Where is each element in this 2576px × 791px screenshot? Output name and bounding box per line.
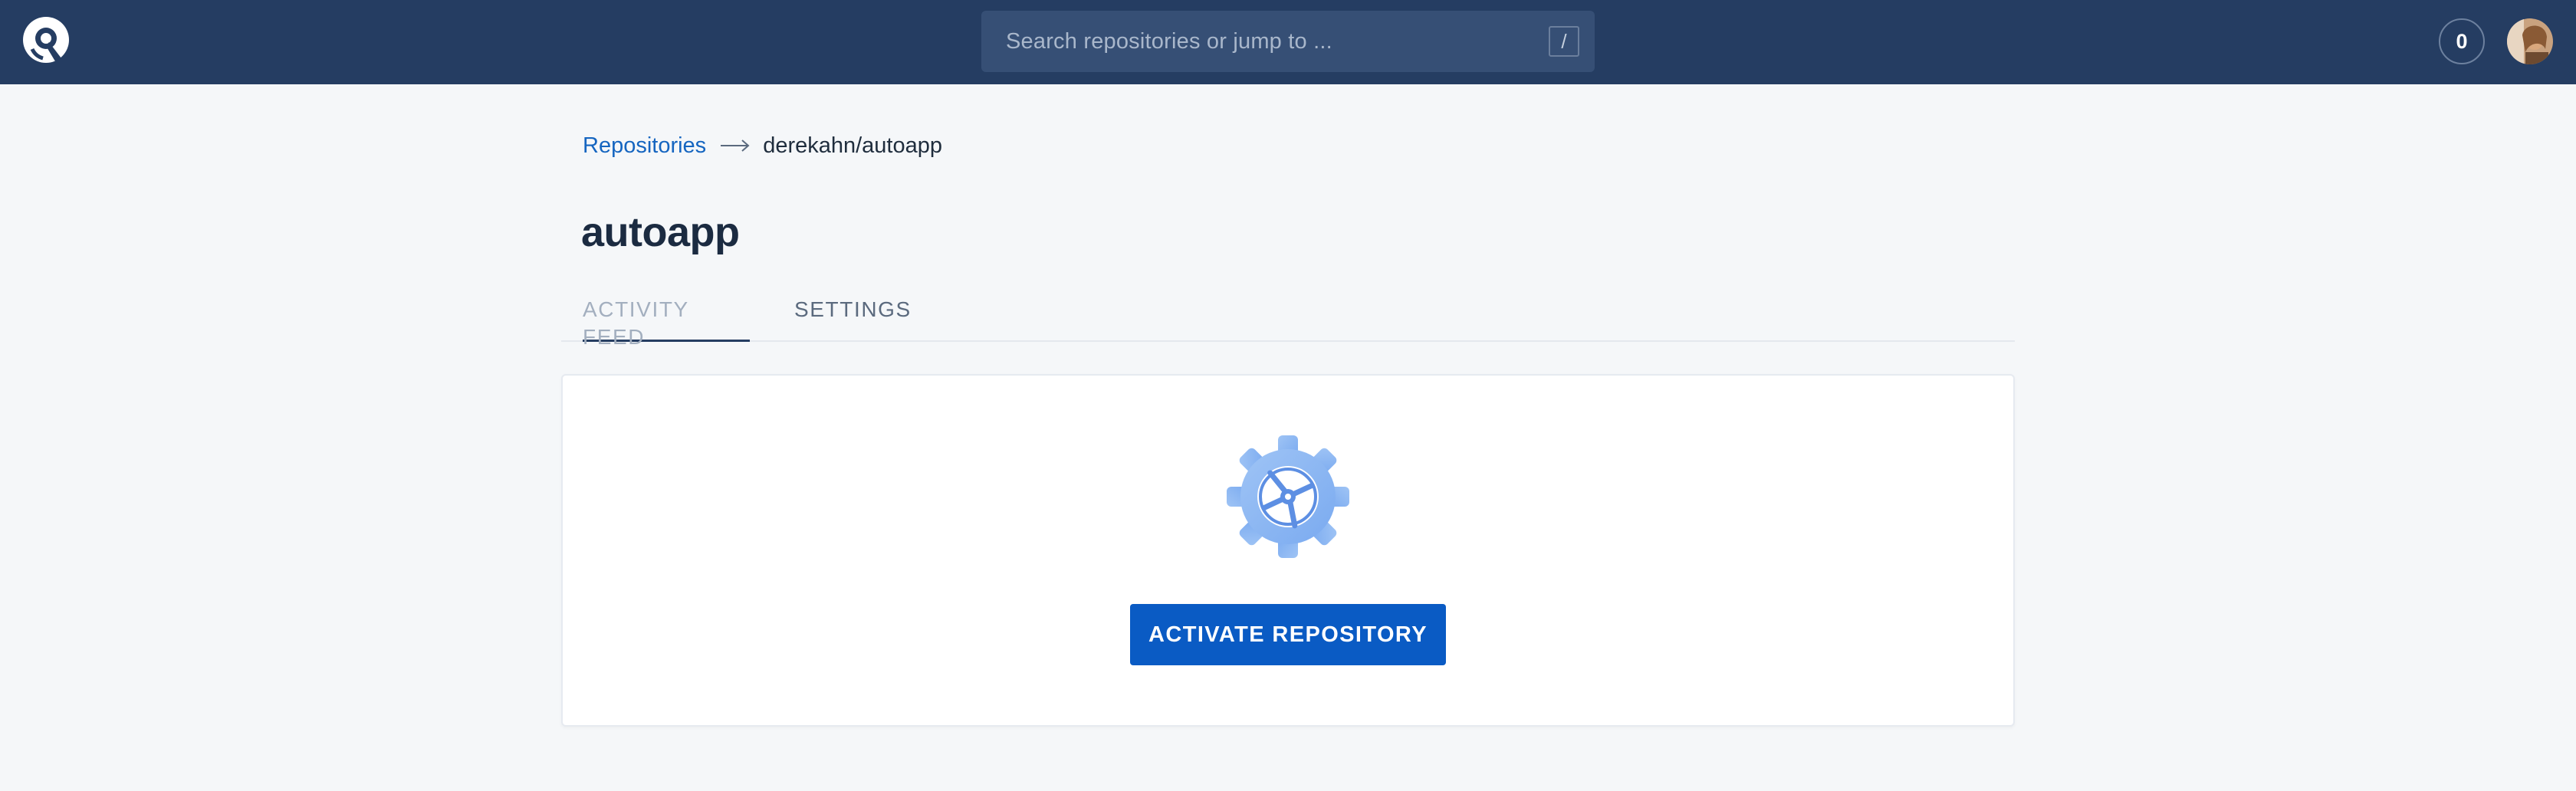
- search-input[interactable]: Search repositories or jump to ...: [1006, 29, 1332, 54]
- breadcrumb: Repositories derekahn/autoapp: [583, 130, 942, 161]
- tab-activity-feed[interactable]: ACTIVITY FEED: [583, 296, 750, 349]
- page-title: autoapp: [581, 209, 740, 255]
- breadcrumb-current-repo: derekahn/autoapp: [763, 133, 942, 158]
- user-avatar[interactable]: [2507, 18, 2553, 64]
- search-bar[interactable]: Search repositories or jump to ... /: [981, 11, 1595, 72]
- avatar-image-icon: [2507, 18, 2553, 64]
- tab-settings[interactable]: SETTINGS: [794, 296, 912, 342]
- arrow-right-icon: [721, 139, 750, 152]
- breadcrumb-repositories-link[interactable]: Repositories: [583, 133, 706, 159]
- gear-icon: [1227, 435, 1349, 558]
- activate-repository-button[interactable]: ACTIVATE REPOSITORY: [1130, 604, 1446, 665]
- tab-bar: ACTIVITY FEED SETTINGS: [561, 293, 2015, 349]
- notification-counter[interactable]: 0: [2439, 18, 2485, 64]
- search-shortcut-hint: /: [1549, 26, 1579, 57]
- app-logo-icon[interactable]: [21, 15, 71, 64]
- top-navigation-bar: Search repositories or jump to ... / 0: [0, 0, 2576, 84]
